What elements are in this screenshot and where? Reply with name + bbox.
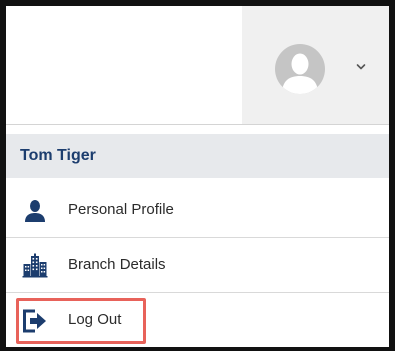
menu-item-log-out[interactable]: Log Out <box>6 294 389 347</box>
divider <box>6 124 389 125</box>
user-menu-toggle[interactable] <box>275 44 375 94</box>
person-icon <box>25 200 45 222</box>
divider <box>6 237 389 238</box>
divider <box>6 292 389 293</box>
user-menu-panel: Tom Tiger Personal Profile Branch Detail… <box>0 0 395 351</box>
logout-icon <box>23 309 46 333</box>
menu-item-label: Personal Profile <box>68 201 174 218</box>
menu-item-label: Branch Details <box>68 256 166 273</box>
menu-item-personal-profile[interactable]: Personal Profile <box>6 184 389 237</box>
menu-item-label: Log Out <box>68 311 122 328</box>
chevron-down-icon <box>356 64 366 70</box>
user-name: Tom Tiger <box>20 147 96 164</box>
user-name-row: Tom Tiger <box>6 134 389 178</box>
buildings-icon <box>22 253 48 278</box>
menu-item-branch-details[interactable]: Branch Details <box>6 239 389 292</box>
user-avatar-icon <box>275 44 325 94</box>
